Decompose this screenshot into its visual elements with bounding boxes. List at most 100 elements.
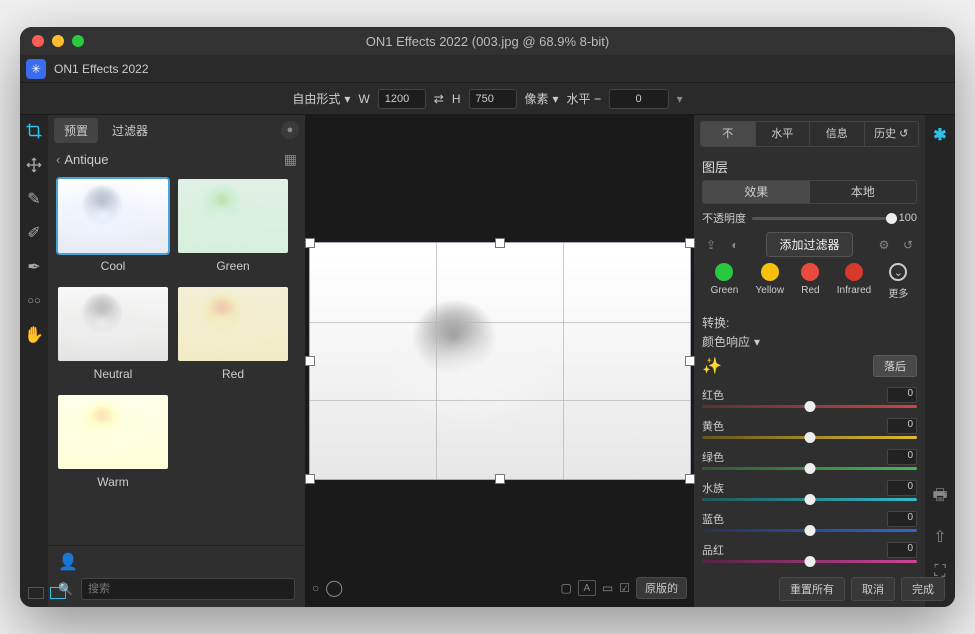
tab-filters[interactable]: 过滤器	[102, 118, 158, 143]
opacity-slider[interactable]	[752, 217, 893, 220]
slider-thumb[interactable]	[804, 401, 815, 412]
slider-value[interactable]: 0	[887, 418, 917, 434]
orientation-dropdown[interactable]: 水平 ⎯	[567, 90, 601, 107]
slider-value[interactable]: 0	[887, 387, 917, 403]
slider-value[interactable]: 0	[887, 511, 917, 527]
fx-icon[interactable]: ✱	[933, 125, 946, 145]
slider-track[interactable]	[702, 498, 917, 501]
tab-presets[interactable]: 预置	[54, 118, 98, 143]
slider-track[interactable]	[702, 436, 917, 439]
angle-dropdown-icon[interactable]: ▾	[677, 92, 683, 106]
original-button[interactable]: 原版的	[636, 577, 687, 599]
angle-input[interactable]	[609, 89, 669, 109]
swap-icon[interactable]: ⇄	[434, 92, 444, 106]
seg-effects[interactable]: 效果	[703, 181, 810, 203]
share-icon[interactable]: ⇧	[933, 527, 946, 547]
thumb-image	[178, 287, 288, 361]
cancel-button[interactable]: 取消	[851, 577, 895, 601]
crop-handle-br[interactable]	[685, 474, 695, 484]
minimize-icon[interactable]	[52, 35, 64, 47]
height-input[interactable]	[469, 89, 517, 109]
preset-grid: CoolGreen Neutral RedWarm	[48, 173, 305, 545]
maximize-icon[interactable]	[72, 35, 84, 47]
color-dot-infrared[interactable]	[845, 263, 863, 281]
image-canvas[interactable]	[310, 243, 690, 479]
slider-track[interactable]	[702, 529, 917, 532]
slider-label: 蓝色	[702, 511, 724, 527]
unit-dropdown[interactable]: 像素 ▾	[525, 90, 559, 107]
preset-thumb-green[interactable]: Green	[178, 179, 288, 283]
rtab-none[interactable]: 不	[701, 122, 756, 146]
print-icon[interactable]: 🖶	[932, 484, 947, 511]
rtab-info[interactable]: 信息	[810, 122, 865, 146]
crop-handle-l[interactable]	[305, 356, 315, 366]
slider-thumb[interactable]	[804, 494, 815, 505]
view-compare-icon[interactable]: ▭	[602, 581, 613, 595]
rtab-history[interactable]: 历史 ↺	[865, 122, 919, 146]
zoom-circle-icon[interactable]: ◯	[325, 578, 343, 598]
slider-thumb[interactable]	[804, 525, 815, 536]
color-dot-yellow[interactable]	[761, 263, 779, 281]
color-label: Infrared	[837, 285, 871, 296]
thumb-label: Neutral	[94, 367, 133, 381]
export-icon[interactable]: ⇪	[702, 238, 720, 252]
color-dot-red[interactable]	[801, 263, 819, 281]
pen-tool-icon[interactable]: ✒	[24, 257, 44, 277]
preset-thumb-neutral[interactable]: Neutral	[58, 287, 168, 391]
slider-thumb[interactable]	[804, 556, 815, 567]
search-input[interactable]	[81, 578, 295, 600]
crop-handle-bl[interactable]	[305, 474, 315, 484]
seg-local[interactable]: 本地	[810, 181, 917, 203]
crop-handle-tl[interactable]	[305, 238, 315, 248]
back-icon[interactable]: ‹	[56, 152, 60, 167]
brush-tool-icon[interactable]: ✎	[24, 189, 44, 209]
hand-tool-icon[interactable]: ✋	[24, 325, 44, 345]
move-tool-icon[interactable]	[24, 155, 44, 175]
color-dot-green[interactable]	[715, 263, 733, 281]
aspect-dropdown[interactable]: 自由形式 ▾	[292, 90, 350, 107]
slider-thumb[interactable]	[804, 432, 815, 443]
more-colors[interactable]: ⌄更多	[888, 263, 908, 300]
magic-wand-icon[interactable]: ✨	[702, 356, 722, 376]
width-input[interactable]	[378, 89, 426, 109]
done-button[interactable]: 完成	[901, 577, 945, 601]
gear-icon[interactable]: ⚙	[875, 238, 893, 252]
slider-track[interactable]	[702, 467, 917, 470]
crop-tool-icon[interactable]	[24, 121, 44, 141]
slider-value[interactable]: 0	[887, 449, 917, 465]
thumb-image	[178, 179, 288, 253]
crop-handle-b[interactable]	[495, 474, 505, 484]
view-square-icon[interactable]: ▢	[561, 581, 572, 595]
preset-thumb-red[interactable]: Red	[178, 287, 288, 391]
behind-button[interactable]: 落后	[873, 355, 917, 377]
user-icon[interactable]: 👤	[58, 552, 78, 572]
view-a-icon[interactable]: A	[578, 580, 596, 596]
close-icon[interactable]	[32, 35, 44, 47]
user-presets-icon[interactable]: ●	[281, 121, 299, 139]
crop-handle-tr[interactable]	[685, 238, 695, 248]
grid-view-icon[interactable]: ▦	[284, 151, 297, 168]
shapes-icon[interactable]: ○○	[24, 291, 44, 311]
view-check-icon[interactable]: ☑	[619, 581, 630, 595]
convert-dropdown[interactable]: 颜色响应 ▾	[702, 333, 760, 350]
reset-icon[interactable]: ↺	[899, 238, 917, 252]
layers-header: 图层	[702, 157, 917, 176]
single-view-icon[interactable]	[28, 587, 44, 599]
add-filter-button[interactable]: 添加过滤器	[766, 232, 852, 257]
crop-handle-r[interactable]	[685, 356, 695, 366]
rtab-level[interactable]: 水平	[756, 122, 811, 146]
slider-value[interactable]: 0	[887, 542, 917, 558]
dual-view-icon[interactable]	[50, 587, 66, 599]
slider-track[interactable]	[702, 560, 917, 563]
reset-all-button[interactable]: 重置所有	[779, 577, 845, 601]
zoom-out-icon[interactable]: ○	[312, 581, 319, 595]
left-tabs: 预置 过滤器 ●	[48, 115, 305, 145]
preset-thumb-warm[interactable]: Warm	[58, 395, 168, 499]
preset-thumb-cool[interactable]: Cool	[58, 179, 168, 283]
slider-thumb[interactable]	[804, 463, 815, 474]
crop-handle-t[interactable]	[495, 238, 505, 248]
mask-icon[interactable]: ◐	[726, 238, 744, 252]
mask-brush-icon[interactable]: ✐	[24, 223, 44, 243]
slider-value[interactable]: 0	[887, 480, 917, 496]
slider-track[interactable]	[702, 405, 917, 408]
